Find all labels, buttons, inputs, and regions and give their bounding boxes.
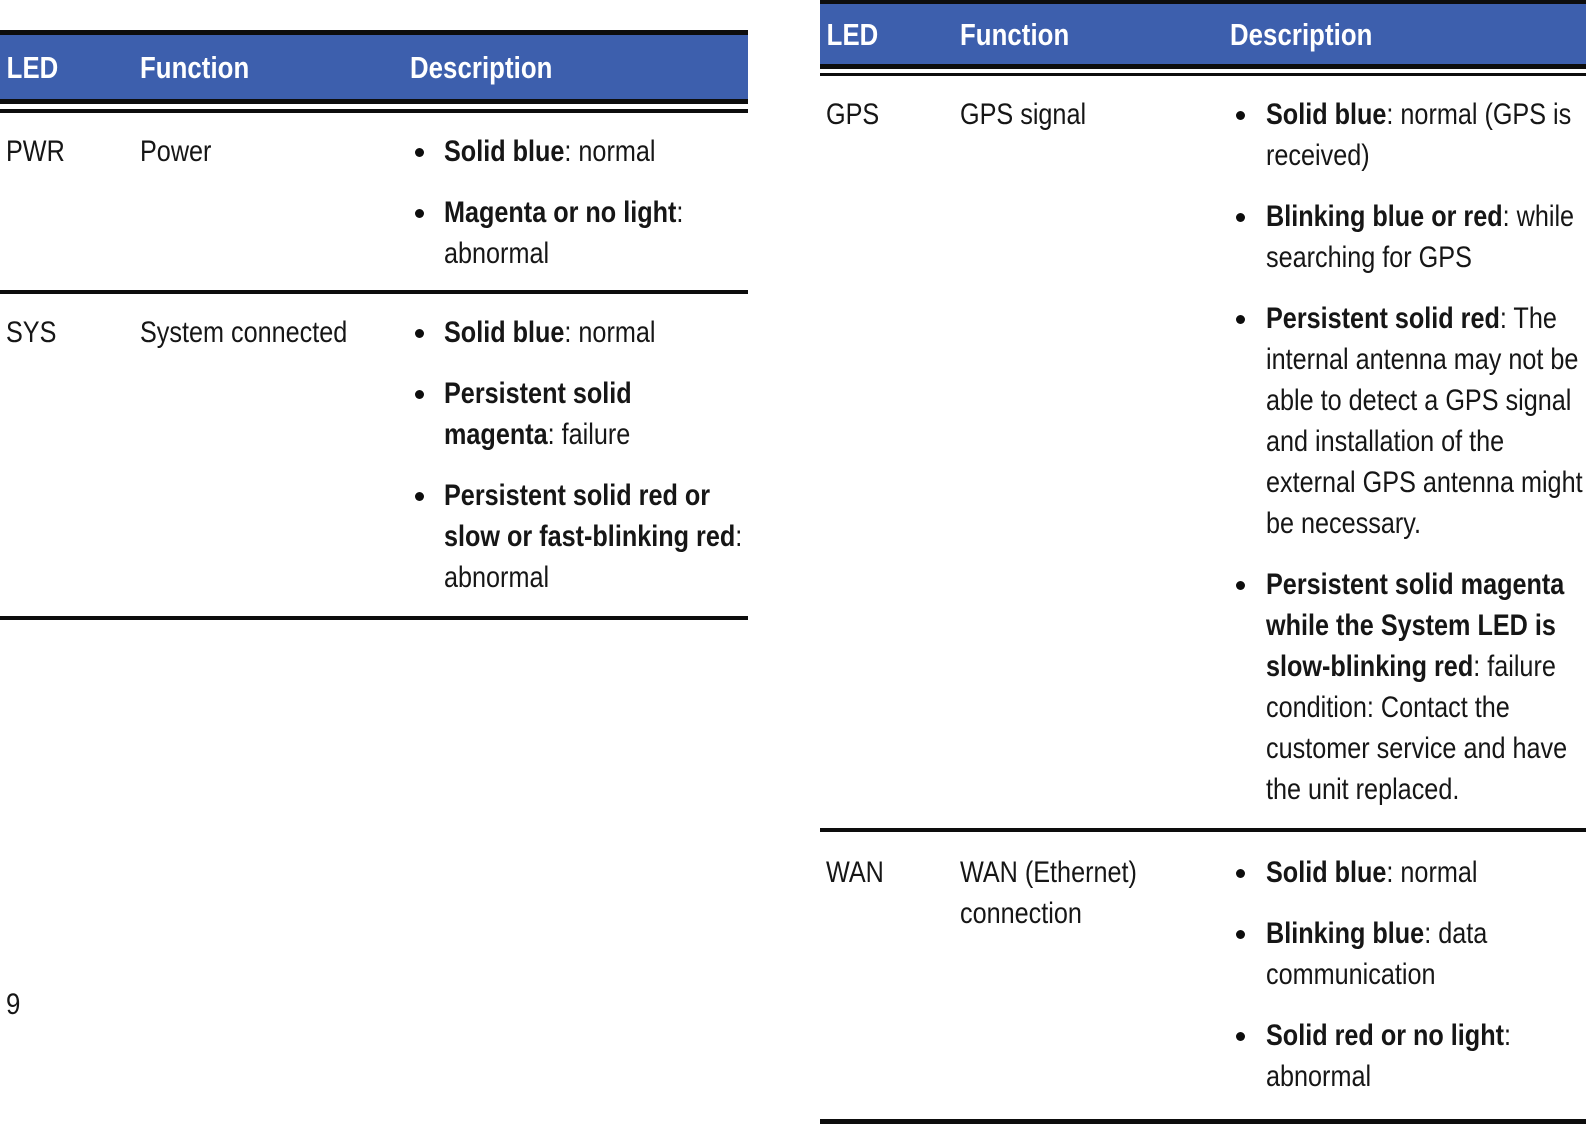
list-item-strong: Solid blue xyxy=(444,135,565,168)
list-item: Blinking blue or red: while searching fo… xyxy=(1230,196,1586,278)
cell-description: Solid blue: normal (GPS is received) Bli… xyxy=(1230,94,1586,810)
table-row: PWR Power Solid blue: normal Magenta or … xyxy=(0,113,748,290)
list-item-strong: Blinking blue xyxy=(1266,917,1425,950)
cell-description: Solid blue: normal Magenta or no light: … xyxy=(410,131,748,274)
led-table-left: LED Function Description PWR Power Solid… xyxy=(0,30,748,620)
list-item-strong: Persistent solid red or slow or fast-bli… xyxy=(444,479,736,553)
list-item-text: Blinking blue: data communication xyxy=(1266,913,1586,995)
list-item-text: Magenta or no light: abnormal xyxy=(444,192,748,274)
cell-led: WAN xyxy=(820,852,960,893)
column-header-led: LED xyxy=(6,49,59,85)
cell-function-text: WAN (Ethernet) connection xyxy=(960,856,1137,930)
cell-led-text: PWR xyxy=(6,135,65,168)
column-header-function: Function xyxy=(960,16,1070,52)
table-bottom-rule xyxy=(0,616,748,620)
list-item-rest: : failure xyxy=(547,418,631,451)
cell-led: SYS xyxy=(0,312,140,353)
cell-description: Solid blue: normal Blinking blue: data c… xyxy=(1230,852,1586,1097)
bullet-dot-icon xyxy=(1236,1032,1245,1041)
list-item: Blinking blue: data communication xyxy=(1230,913,1586,995)
cell-function-text: Power xyxy=(140,135,212,168)
list-item-strong: Blinking blue or red xyxy=(1266,200,1503,233)
bullet-dot-icon xyxy=(1236,930,1245,939)
list-item-text: Persistent solid red: The internal anten… xyxy=(1266,298,1586,544)
list-item-text: Solid blue: normal xyxy=(444,131,748,172)
cell-function: System connected xyxy=(140,312,410,353)
bullet-dot-icon xyxy=(415,492,424,501)
table-header-row: LED Function Description xyxy=(0,35,748,99)
cell-led: PWR xyxy=(0,131,140,172)
document-page: LED Function Description PWR Power Solid… xyxy=(0,0,1587,1124)
led-table-right: LED Function Description GPS GPS signal xyxy=(820,0,1586,1124)
cell-led-text: WAN xyxy=(826,856,884,889)
column-header-description: Description xyxy=(410,49,553,85)
list-item-rest: : The internal antenna may not be able t… xyxy=(1266,302,1583,540)
bullet-dot-icon xyxy=(415,329,424,338)
list-item-text: Persistent solid magenta while the Syste… xyxy=(1266,564,1586,810)
list-item-text: Blinking blue or red: while searching fo… xyxy=(1266,196,1586,278)
list-item-strong: Solid blue xyxy=(1266,856,1387,889)
bullet-dot-icon xyxy=(1236,315,1245,324)
description-bullet-list: Solid blue: normal Magenta or no light: … xyxy=(410,131,748,274)
bullet-dot-icon xyxy=(415,148,424,157)
list-item-strong: Solid red or no light xyxy=(1266,1019,1504,1052)
table-header-row: LED Function Description xyxy=(820,4,1586,64)
list-item: Solid blue: normal xyxy=(410,312,748,353)
cell-led-text: GPS xyxy=(826,98,880,131)
list-item: Magenta or no light: abnormal xyxy=(410,192,748,274)
list-item-rest: : normal xyxy=(1386,856,1478,889)
cell-description: Solid blue: normal Persistent solid mage… xyxy=(410,312,748,598)
bullet-dot-icon xyxy=(415,390,424,399)
description-bullet-list: Solid blue: normal (GPS is received) Bli… xyxy=(1230,94,1586,810)
list-item: Persistent solid red: The internal anten… xyxy=(1230,298,1586,544)
list-item-text: Solid blue: normal (GPS is received) xyxy=(1266,94,1586,176)
list-item: Solid blue: normal (GPS is received) xyxy=(1230,94,1586,176)
column-header-led: LED xyxy=(826,16,879,52)
list-item-text: Solid blue: normal xyxy=(1266,852,1586,893)
column-header-description: Description xyxy=(1230,16,1373,52)
cell-function: Power xyxy=(140,131,410,172)
cell-function-text: GPS signal xyxy=(960,98,1087,131)
bullet-dot-icon xyxy=(1236,111,1245,120)
list-item-strong: Magenta or no light xyxy=(444,196,677,229)
list-item: Solid blue: normal xyxy=(410,131,748,172)
bullet-dot-icon xyxy=(1236,581,1245,590)
cell-function: GPS signal xyxy=(960,94,1230,135)
bullet-dot-icon xyxy=(1236,213,1245,222)
list-item-strong: Solid blue xyxy=(1266,98,1387,131)
list-item-rest: : normal xyxy=(564,135,656,168)
list-item: Persistent solid magenta: failure xyxy=(410,373,748,455)
cell-function: WAN (Ethernet) connection xyxy=(960,852,1230,934)
column-header-function: Function xyxy=(140,49,250,85)
list-item-text: Solid blue: normal xyxy=(444,312,748,353)
cell-function-text: System connected xyxy=(140,316,348,349)
list-item-text: Persistent solid magenta: failure xyxy=(444,373,748,455)
list-item: Persistent solid magenta while the Syste… xyxy=(1230,564,1586,810)
table-row: WAN WAN (Ethernet) connection Solid blue… xyxy=(820,832,1586,1119)
bullet-dot-icon xyxy=(415,209,424,218)
list-item: Solid blue: normal xyxy=(1230,852,1586,893)
list-item-rest: : normal xyxy=(564,316,656,349)
table-bottom-rule xyxy=(820,1119,1586,1124)
description-bullet-list: Solid blue: normal Blinking blue: data c… xyxy=(1230,852,1586,1097)
cell-led-text: SYS xyxy=(6,316,57,349)
list-item: Persistent solid red or slow or fast-bli… xyxy=(410,475,748,598)
list-item-text: Persistent solid red or slow or fast-bli… xyxy=(444,475,748,598)
list-item-text: Solid red or no light: abnormal xyxy=(1266,1015,1586,1097)
table-row: SYS System connected Solid blue: normal … xyxy=(0,294,748,616)
page-number: 9 xyxy=(6,988,21,1021)
cell-led: GPS xyxy=(820,94,960,135)
list-item: Solid red or no light: abnormal xyxy=(1230,1015,1586,1097)
bullet-dot-icon xyxy=(1236,869,1245,878)
list-item-strong: Persistent solid red xyxy=(1266,302,1500,335)
description-bullet-list: Solid blue: normal Persistent solid mage… xyxy=(410,312,748,598)
list-item-strong: Solid blue xyxy=(444,316,565,349)
table-row: GPS GPS signal Solid blue: normal (GPS i… xyxy=(820,76,1586,828)
